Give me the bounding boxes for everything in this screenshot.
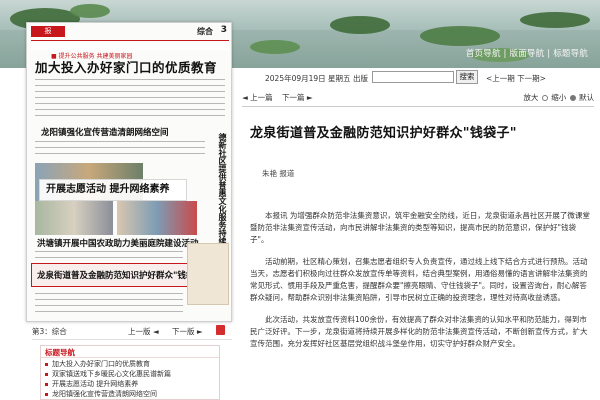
toc-item[interactable]: 开展志愿活动 提升网络素养 [45, 379, 215, 389]
text-line [35, 91, 225, 92]
text-line [35, 305, 183, 306]
radio-icon[interactable] [569, 95, 576, 101]
paper-ad-box [187, 243, 229, 305]
prev-page-link[interactable]: 上一版 ◄ [128, 326, 159, 337]
paper-logo: 报 [31, 26, 65, 37]
text-line [35, 115, 225, 116]
divider [242, 106, 594, 107]
paper-headline-4[interactable]: 龙泉街道普及金融防范知识护好群众"钱袋子" [37, 269, 207, 281]
divider [32, 339, 232, 340]
bullet-icon [45, 362, 48, 366]
text-line [35, 153, 205, 154]
prev-article-link[interactable]: ◄ 上一篇 [242, 92, 273, 103]
text-line [35, 293, 183, 294]
text-line [35, 299, 183, 300]
toc-item[interactable]: 加大投入办好家门口的优质教育 [45, 359, 215, 369]
text-line [35, 97, 225, 98]
text-line [35, 85, 225, 86]
text-line [35, 109, 225, 110]
hover-headline-tooltip: 开展志愿活动 提升网络素养 [39, 179, 187, 201]
page-navigation: 第3：综合 上一版 ◄ 下一版 ► [32, 325, 232, 340]
current-page-label: 第3：综合 [32, 327, 67, 336]
article-body: 本报讯 为增强群众防范非法集资意识，筑牢金融安全防线，近日，龙泉街道永昌社区开展… [250, 210, 590, 360]
paper-masthead: 报 综合 3 [31, 25, 229, 38]
lotus-leaf [250, 40, 300, 54]
lotus-leaf [420, 26, 500, 46]
text-line [35, 311, 183, 312]
headline-navigation: 标题导航 加大投入办好家门口的优质教育 双家镇送戏下乡暖民心文化惠民谱新篇 开展… [40, 345, 220, 400]
lotus-leaf [520, 12, 590, 28]
paper-topbar: ■ 提升公共服务 共建美丽家园 [31, 43, 229, 60]
period-navigation[interactable]: <上一期 下一期> [486, 73, 546, 84]
paper-photo [117, 201, 197, 235]
radio-icon[interactable] [541, 95, 548, 101]
toc-item[interactable]: 双家镇送戏下乡暖民心文化惠民谱新篇 [45, 369, 215, 379]
default-size-label[interactable]: 默认 [579, 93, 594, 102]
pdf-icon[interactable] [216, 325, 225, 335]
lotus-leaf [70, 4, 110, 18]
article-author: 朱艳 报道 [262, 169, 295, 178]
zoom-out-label[interactable]: 缩小 [551, 93, 566, 102]
text-line [35, 147, 205, 148]
article-paragraph: 本报讯 为增强群众防范非法集资意识，筑牢金融安全防线，近日，龙泉街道永昌社区开展… [250, 211, 590, 244]
font-size-controls: 放大 缩小 默认 [523, 92, 594, 103]
search-input[interactable] [372, 71, 454, 83]
paper-photo [35, 201, 113, 235]
text-line [35, 79, 225, 80]
zoom-in-label[interactable]: 放大 [523, 93, 538, 102]
next-article-link[interactable]: 下一篇 ► [282, 92, 313, 103]
article-paragraph: 活动前期，社区精心策划，召集志愿者组织专人负责宣传，通过线上线下结合方式进行预热… [250, 257, 588, 302]
search-button[interactable]: 搜索 [456, 70, 478, 84]
text-line [35, 103, 225, 104]
toc-item[interactable]: 龙阳镇强化宣传营造清朗网络空间 [45, 389, 215, 399]
paper-rule [31, 40, 229, 41]
newspaper-page-thumbnail[interactable]: 报 综合 3 ■ 提升公共服务 共建美丽家园 加大投入办好家门口的优质教育 龙阳… [26, 22, 232, 322]
lotus-leaf [330, 16, 390, 34]
next-page-link[interactable]: 下一版 ► [172, 326, 203, 337]
toc-title: 标题导航 [41, 346, 219, 358]
text-line [35, 141, 205, 142]
bullet-icon [45, 392, 48, 396]
paper-column-name: 综合 [197, 27, 213, 36]
issue-date: 2025年09月19日 星期五 出版 [265, 74, 368, 83]
paper-headline-3[interactable]: 洪塘镇开展中国农政助力美丽庭院建设活动 [37, 237, 199, 249]
paper-page-number: 3 [220, 25, 227, 35]
text-line [35, 257, 183, 258]
paper-headline-2[interactable]: 龙阳镇强化宣传营造清朗网络空间 [41, 126, 169, 138]
article-paragraph: 此次活动，共发放宣传资料100余份，有效提高了群众对非法集资的认知水平和防范能力… [250, 315, 588, 348]
text-line [35, 251, 183, 252]
paper-headline-main[interactable]: 加大投入办好家门口的优质教育 [35, 57, 217, 76]
bullet-icon [45, 372, 48, 376]
bullet-icon [45, 382, 48, 386]
article-toolbar: ◄ 上一篇 下一篇 ► 放大 缩小 默认 [242, 92, 594, 106]
top-nav-links[interactable]: 首页导航 | 版面导航 | 标题导航 [466, 47, 588, 59]
article-title: 龙泉街道普及金融防范知识护好群众"钱袋子" [250, 126, 517, 141]
